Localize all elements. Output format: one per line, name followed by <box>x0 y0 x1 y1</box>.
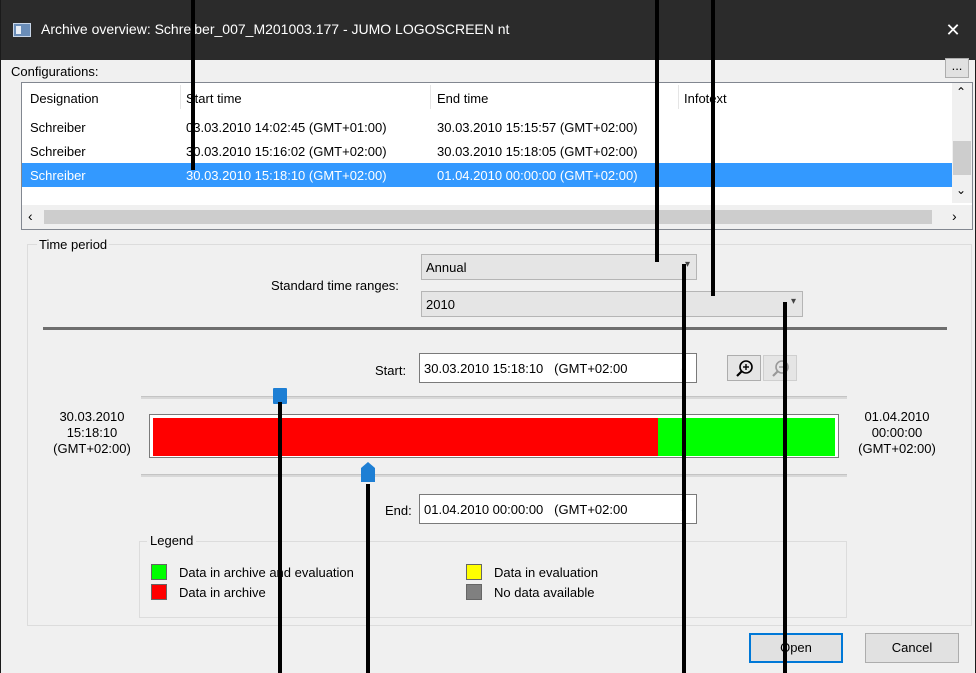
timeline-end-label: 01.04.2010 00:00:00 (GMT+02:00) <box>849 409 945 457</box>
end-datetime-value: 01.04.2010 00:00:00 (GMT+02:00 <box>424 502 628 517</box>
legend-swatch-evaluation <box>466 564 482 580</box>
year-value: 2010 <box>426 297 455 312</box>
zoom-in-icon <box>736 360 753 377</box>
callout-line <box>278 402 282 673</box>
column-separator[interactable] <box>678 85 679 109</box>
zoom-in-button[interactable] <box>727 355 761 381</box>
legend-swatch-archive <box>151 584 167 600</box>
legend-title: Legend <box>147 533 197 548</box>
more-options-button[interactable]: ... <box>945 58 969 78</box>
timeline-start-label: 30.03.2010 15:18:10 (GMT+02:00) <box>47 409 137 457</box>
timeline-segment-archive <box>153 418 658 456</box>
timeline-bar <box>149 414 839 458</box>
cell-end-time: 30.03.2010 15:18:05 (GMT+02:00) <box>437 144 638 159</box>
archive-overview-window: Archive overview: Schreiber_007_M201003.… <box>0 0 976 673</box>
timeline-end-date: 01.04.2010 <box>864 409 930 424</box>
cell-start-time: 30.03.2010 15:16:02 (GMT+02:00) <box>186 144 387 159</box>
scroll-up-icon[interactable]: ⌃ <box>956 85 966 99</box>
end-label: End: <box>385 503 412 518</box>
end-date-picker[interactable]: 01.04.2010 00:00:00 (GMT+02:00 ⌄ <box>419 494 697 524</box>
cell-end-time: 30.03.2010 15:15:57 (GMT+02:00) <box>437 120 638 135</box>
table-row[interactable]: Schreiber 03.03.2010 14:02:45 (GMT+01:00… <box>22 115 952 139</box>
legend-label: Data in evaluation <box>494 565 599 580</box>
zoom-out-icon <box>772 360 789 377</box>
horizontal-scrollbar[interactable]: ‹ › <box>22 205 972 229</box>
horizontal-scrollbar-thumb[interactable] <box>44 210 932 224</box>
cell-start-time: 03.03.2010 14:02:45 (GMT+01:00) <box>186 120 387 135</box>
legend-label: No data available <box>494 585 595 600</box>
start-date-picker[interactable]: 30.03.2010 15:18:10 (GMT+02:00 ⌄ <box>419 353 697 383</box>
callout-line <box>366 484 370 673</box>
callout-line <box>682 264 686 673</box>
column-header-designation[interactable]: Designation <box>30 91 99 106</box>
timeline-start-time: 15:18:10 <box>66 425 118 440</box>
legend-label: Data in archive <box>179 585 266 600</box>
vertical-scrollbar-thumb[interactable] <box>953 141 971 175</box>
scroll-right-icon[interactable]: › <box>952 208 957 224</box>
legend-label: Data in archive and evaluation <box>179 565 354 580</box>
configurations-list[interactable]: Designation Start time End time Infotext… <box>21 82 973 230</box>
timeline-start-date: 30.03.2010 <box>59 409 125 424</box>
callout-line <box>655 0 659 262</box>
timeline-end-time: 00:00:00 <box>871 425 923 440</box>
timeline-end-tz: (GMT+02:00) <box>858 441 936 456</box>
time-range-value: Annual <box>426 260 467 275</box>
time-period-title: Time period <box>37 237 110 252</box>
year-select[interactable]: 2010 ▾ <box>421 291 803 317</box>
cell-designation: Schreiber <box>30 120 86 135</box>
standard-time-ranges-label: Standard time ranges: <box>271 278 399 293</box>
cancel-button[interactable]: Cancel <box>865 633 959 663</box>
column-separator[interactable] <box>180 85 181 109</box>
callout-line <box>191 0 195 170</box>
section-divider <box>43 327 947 330</box>
cell-start-time: 30.03.2010 15:18:10 (GMT+02:00) <box>186 168 387 183</box>
legend-swatch-no-data <box>466 584 482 600</box>
cell-designation: Schreiber <box>30 144 86 159</box>
table-row[interactable]: Schreiber 30.03.2010 15:16:02 (GMT+02:00… <box>22 139 952 163</box>
title-bar: Archive overview: Schreiber_007_M201003.… <box>1 0 976 60</box>
open-button[interactable]: Open <box>749 633 843 663</box>
cell-designation: Schreiber <box>30 168 86 183</box>
chevron-down-icon: ▾ <box>790 296 796 307</box>
window-title: Archive overview: Schreiber_007_M201003.… <box>41 21 510 37</box>
callout-line <box>711 0 715 296</box>
close-button[interactable]: ✕ <box>933 14 973 46</box>
column-header-infotext[interactable]: Infotext <box>684 91 727 106</box>
column-separator[interactable] <box>430 85 431 109</box>
column-header-end-time[interactable]: End time <box>437 91 488 106</box>
scroll-left-icon[interactable]: ‹ <box>28 208 33 224</box>
app-window-icon <box>13 23 31 37</box>
legend-swatch-archive-evaluation <box>151 564 167 580</box>
timeline-start-tz: (GMT+02:00) <box>53 441 131 456</box>
configurations-label: Configurations: <box>11 64 99 79</box>
start-label: Start: <box>375 363 407 378</box>
cell-end-time: 01.04.2010 00:00:00 (GMT+02:00) <box>437 168 638 183</box>
table-row-selected[interactable]: Schreiber 30.03.2010 15:18:10 (GMT+02:00… <box>22 163 952 187</box>
zoom-out-button[interactable] <box>763 355 797 381</box>
scroll-down-icon[interactable]: ⌄ <box>956 183 966 197</box>
start-slider-track[interactable] <box>141 396 847 399</box>
callout-line <box>783 302 787 673</box>
end-slider-track[interactable] <box>141 474 847 477</box>
start-datetime-value: 30.03.2010 15:18:10 (GMT+02:00 <box>424 361 628 376</box>
